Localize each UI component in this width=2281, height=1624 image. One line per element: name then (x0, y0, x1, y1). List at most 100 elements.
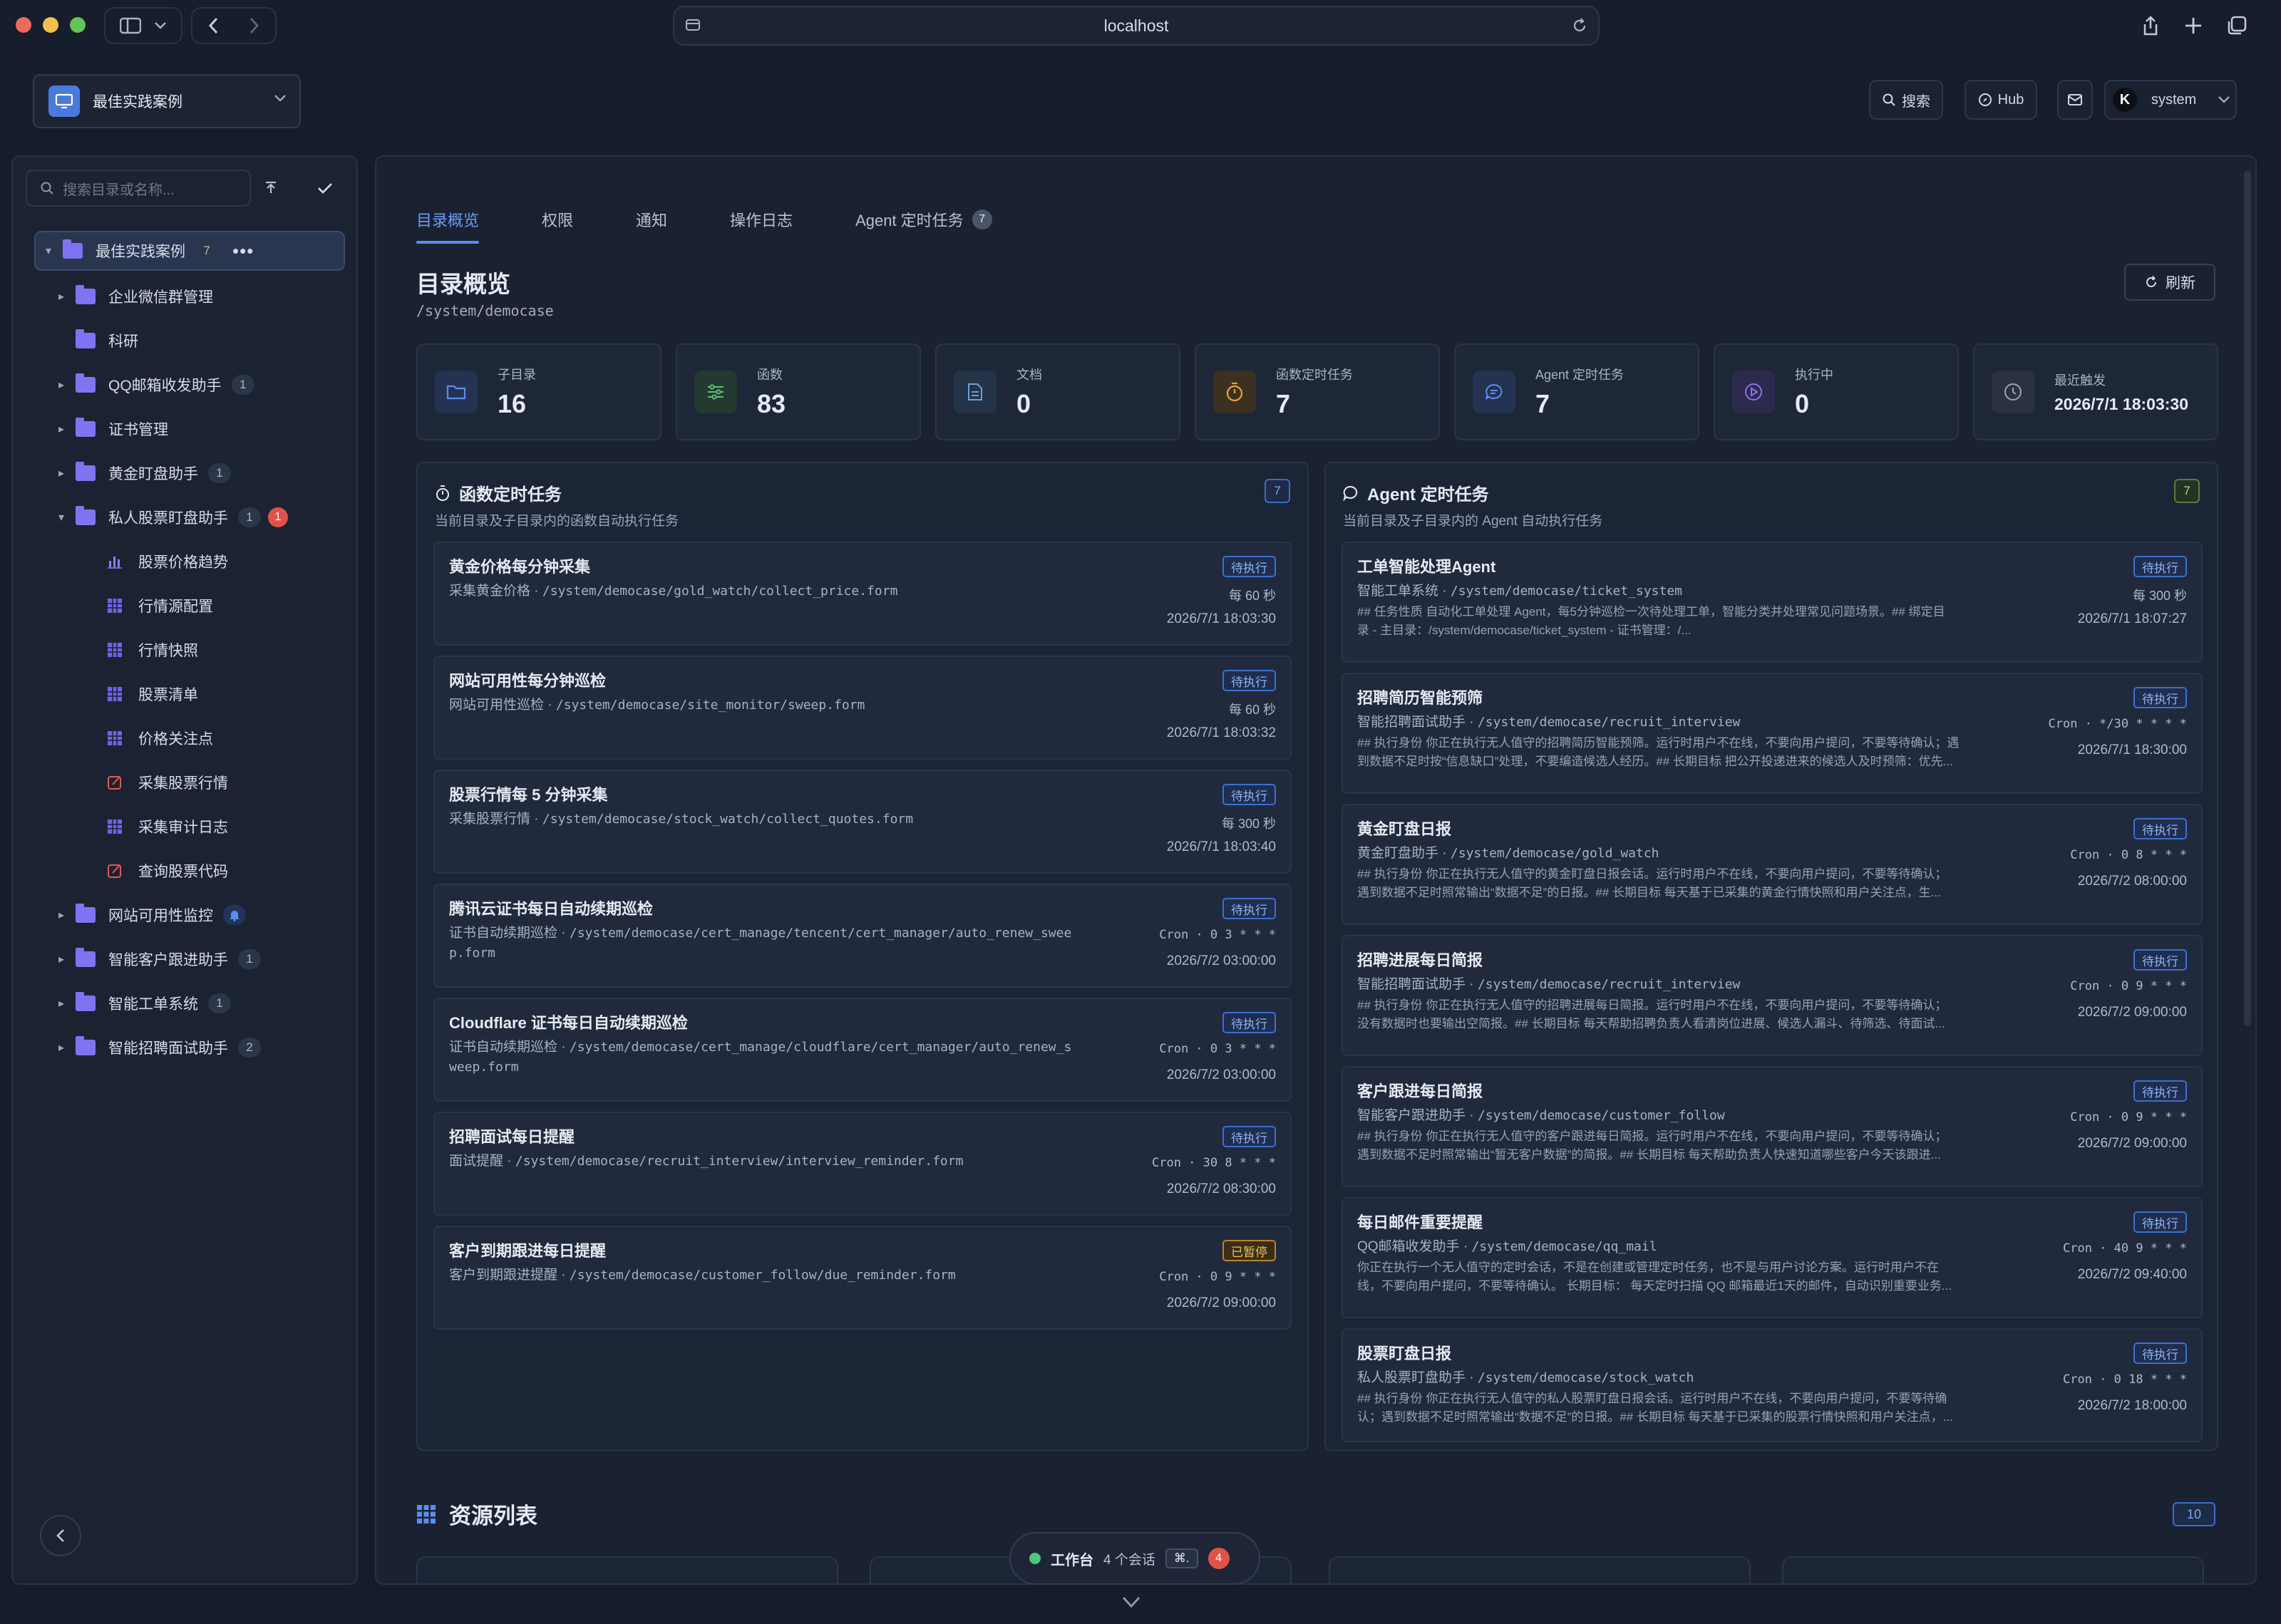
stat-value: 0 (1016, 389, 1031, 418)
agent-task-card[interactable]: 黄金盯盘日报 黄金盯盘助手 · /system/democase/gold_wa… (1342, 804, 2203, 925)
agent-task-card[interactable]: 每日邮件重要提醒 QQ邮箱收发助手 · /system/democase/qq_… (1342, 1197, 2203, 1318)
compass-icon (1978, 93, 1992, 106)
agent-task-card[interactable]: 招聘简历智能预筛 智能招聘面试助手 · /system/democase/rec… (1342, 673, 2203, 794)
confirm-button[interactable] (312, 175, 338, 201)
reload-icon[interactable] (1571, 17, 1588, 34)
tree-leaf[interactable]: 股票清单 (100, 674, 406, 714)
avatar: K (2113, 88, 2137, 112)
task-schedule: Cron · 40 9 * * * (2063, 1241, 2187, 1256)
tab-overview-icon[interactable] (2227, 16, 2247, 36)
tree-label: QQ邮箱收发助手 (108, 378, 222, 394)
caret-down-icon[interactable]: ▾ (41, 244, 56, 258)
new-tab-icon[interactable] (2184, 16, 2203, 35)
tree-item[interactable]: ▸ 智能工单系统 1 (54, 983, 361, 1023)
caret-down-icon[interactable]: ▾ (54, 510, 68, 524)
caret-right-icon[interactable]: ▸ (54, 466, 68, 480)
directory-search-input[interactable]: 搜索目录或名称... (26, 170, 251, 207)
task-owner: 智能招聘面试助手 (1357, 977, 1466, 992)
sidebar-toggle-button[interactable] (104, 7, 182, 44)
tab-agent-tasks[interactable]: Agent 定时任务 7 (855, 208, 992, 244)
caret-right-icon[interactable]: ▸ (54, 996, 68, 1010)
task-next-run: 2026/7/2 03:00:00 (1166, 953, 1276, 968)
tab-operation-log[interactable]: 操作日志 (730, 208, 793, 244)
more-icon[interactable]: ••• (232, 240, 254, 262)
tab-permissions[interactable]: 权限 (542, 208, 573, 244)
caret-right-icon[interactable]: ▸ (54, 422, 68, 436)
workbench-dock[interactable]: 工作台 4 个会话 ⌘. 4 (1009, 1532, 1260, 1585)
tree-item[interactable]: ▸ 智能招聘面试助手 2 (54, 1028, 361, 1067)
task-card[interactable]: 股票行情每 5 分钟采集 采集股票行情 · /system/democase/s… (433, 770, 1292, 874)
mail-button[interactable] (2057, 80, 2093, 120)
tree-label: 股票清单 (138, 687, 198, 703)
tree-item[interactable]: ▸ QQ邮箱收发助手 1 (54, 365, 361, 405)
address-bar[interactable]: localhost (673, 6, 1600, 46)
agent-task-card[interactable]: 招聘进展每日简报 智能招聘面试助手 · /system/democase/rec… (1342, 935, 2203, 1056)
minimize-window-button[interactable] (43, 17, 58, 33)
tree-leaf[interactable]: 价格关注点 (100, 718, 406, 758)
tree-leaf[interactable]: 采集审计日志 (100, 807, 406, 847)
chevron-down-icon[interactable] (1121, 1593, 1142, 1612)
task-card[interactable]: 黄金价格每分钟采集 采集黄金价格 · /system/democase/gold… (433, 542, 1292, 646)
url-text: localhost (1103, 16, 1169, 35)
tree-leaf[interactable]: 行情源配置 (100, 586, 406, 626)
caret-right-icon[interactable]: ▸ (54, 378, 68, 392)
chat-icon (1343, 485, 1358, 501)
collapse-sidebar-button[interactable] (40, 1515, 81, 1556)
tree-item[interactable]: ▸ 企业微信群管理 (54, 276, 361, 316)
hub-button[interactable]: Hub (1965, 80, 2037, 120)
back-icon[interactable] (207, 16, 221, 35)
scrollbar[interactable] (2244, 171, 2251, 1026)
tree-item[interactable]: 科研 (54, 321, 361, 361)
tab-notifications[interactable]: 通知 (636, 208, 667, 244)
tree-root-item[interactable]: ▾ 最佳实践案例 7 ••• (34, 231, 345, 271)
task-schedule: 每 300 秒 (1221, 817, 1276, 831)
tree-item[interactable]: ▸ 证书管理 (54, 409, 361, 449)
search-button[interactable]: 搜索 (1869, 80, 1943, 120)
tree-leaf[interactable]: 查询股票代码 (100, 851, 406, 891)
caret-right-icon[interactable]: ▸ (54, 952, 68, 966)
tree-leaf[interactable]: 股票价格趋势 (100, 542, 406, 581)
tree-item[interactable]: ▸ 网站可用性监控 (54, 895, 361, 935)
resource-card[interactable] (1782, 1556, 2204, 1583)
tab-overview[interactable]: 目录概览 (416, 208, 480, 244)
tree-leaf[interactable]: 行情快照 (100, 630, 406, 670)
task-card[interactable]: Cloudflare 证书每日自动续期巡检 证书自动续期巡检 · /system… (433, 998, 1292, 1102)
task-card[interactable]: 客户到期跟进每日提醒 客户到期跟进提醒 · /system/democase/c… (433, 1226, 1292, 1330)
maximize-window-button[interactable] (70, 17, 86, 33)
status-badge: 待执行 (1222, 1012, 1276, 1033)
tree-item[interactable]: ▾ 私人股票盯盘助手 1 1 (54, 497, 361, 537)
tree-label: 股票价格趋势 (138, 554, 228, 571)
user-menu[interactable]: K system (2104, 80, 2237, 120)
agent-task-card[interactable]: 股票盯盘日报 私人股票盯盘助手 · /system/democase/stock… (1342, 1328, 2203, 1442)
caret-right-icon[interactable]: ▸ (54, 908, 68, 922)
agent-task-card[interactable]: 工单智能处理Agent 智能工单系统 · /system/democase/ti… (1342, 542, 2203, 663)
folder-icon (76, 418, 96, 437)
task-card[interactable]: 招聘面试每日提醒 面试提醒 · /system/democase/recruit… (433, 1112, 1292, 1216)
close-window-button[interactable] (16, 17, 31, 33)
resource-card[interactable] (1329, 1556, 1751, 1583)
task-card[interactable]: 腾讯云证书每日自动续期巡检 证书自动续期巡检 · /system/democas… (433, 884, 1292, 988)
stat-card-functions: 函数 83 (676, 343, 921, 440)
task-path: /system/democase/recruit_interview/inter… (515, 1154, 964, 1169)
tree-item[interactable]: ▸ 智能客户跟进助手 1 (54, 939, 361, 979)
agent-task-card[interactable]: 客户跟进每日简报 智能客户跟进助手 · /system/democase/cus… (1342, 1066, 2203, 1187)
resource-card[interactable] (416, 1556, 838, 1583)
share-icon[interactable] (2141, 15, 2160, 36)
refresh-button[interactable]: 刷新 (2124, 264, 2215, 301)
chevron-down-icon (274, 95, 286, 102)
caret-right-icon[interactable]: ▸ (54, 289, 68, 304)
upload-button[interactable] (258, 175, 284, 201)
tree-item[interactable]: ▸ 黄金盯盘助手 1 (54, 453, 361, 493)
task-card[interactable]: 网站可用性每分钟巡检 网站可用性巡检 · /system/democase/si… (433, 656, 1292, 760)
stat-card-func-tasks: 函数定时任务 7 (1195, 343, 1440, 440)
space-selector[interactable]: 最佳实践案例 (33, 74, 301, 128)
alert-badge: 1 (268, 507, 288, 527)
dock-session-count: 4 个会话 (1103, 1552, 1155, 1568)
task-owner: 客户到期跟进提醒 (449, 1268, 558, 1283)
tree-leaf[interactable]: 采集股票行情 (100, 762, 406, 802)
forward-icon[interactable] (247, 16, 261, 35)
caret-right-icon[interactable]: ▸ (54, 1040, 68, 1055)
search-icon (1883, 93, 1895, 106)
chevron-down-icon (2218, 96, 2230, 103)
task-next-run: 2026/7/2 09:00:00 (2077, 1005, 2187, 1020)
